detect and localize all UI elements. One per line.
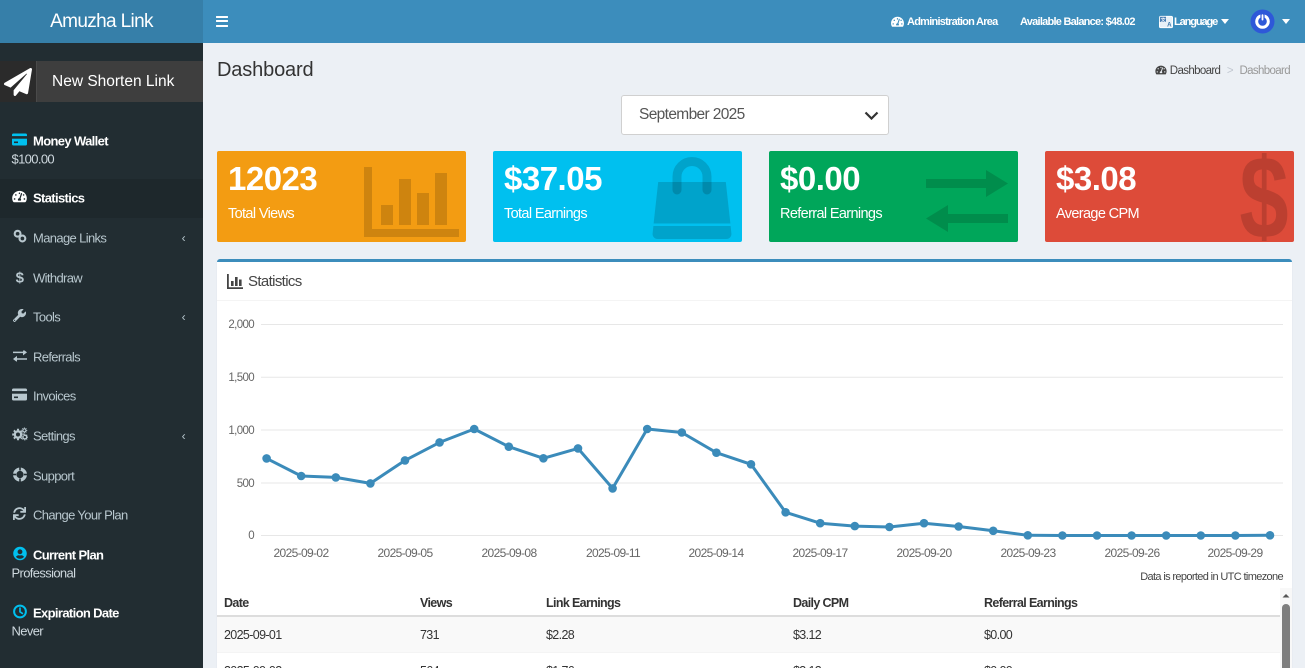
svg-text:$: $ — [1239, 153, 1288, 241]
svg-text:2025-09-05: 2025-09-05 — [378, 546, 434, 560]
svg-text:2025-09-26: 2025-09-26 — [1105, 546, 1161, 560]
svg-text:2025-09-23: 2025-09-23 — [1001, 546, 1057, 560]
svg-text:2,000: 2,000 — [228, 319, 254, 331]
svg-text:1,000: 1,000 — [228, 425, 254, 437]
svg-text:2025-09-08: 2025-09-08 — [482, 546, 538, 560]
svg-text:2025-09-29: 2025-09-29 — [1208, 546, 1264, 560]
svg-text:0: 0 — [248, 530, 254, 542]
svg-text:2025-09-11: 2025-09-11 — [586, 546, 641, 560]
svg-text:500: 500 — [237, 478, 255, 490]
svg-text:2025-09-14: 2025-09-14 — [689, 546, 745, 560]
svg-text:2025-09-02: 2025-09-02 — [274, 546, 330, 560]
svg-text:2025-09-17: 2025-09-17 — [793, 546, 849, 560]
svg-text:1,500: 1,500 — [228, 372, 254, 384]
svg-text:2025-09-20: 2025-09-20 — [897, 546, 953, 560]
